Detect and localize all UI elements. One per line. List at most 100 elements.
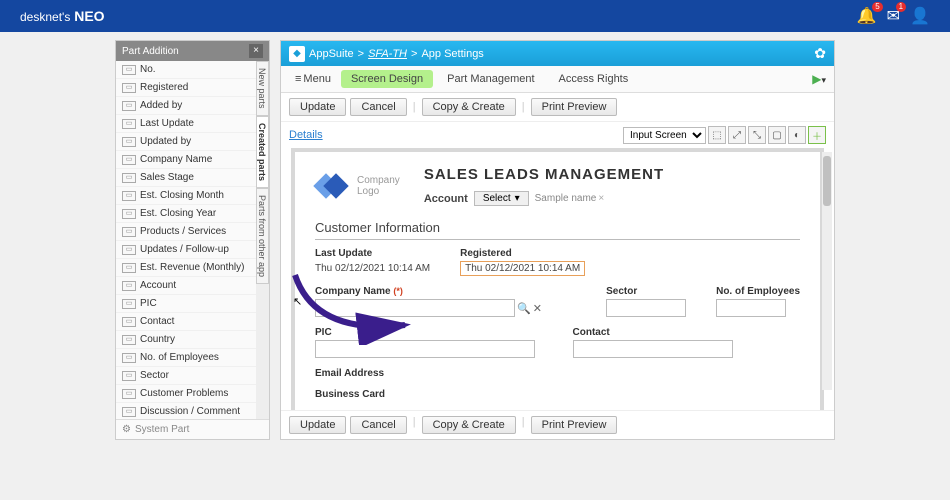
part-item[interactable]: ▭Est. Closing Month [116,187,256,205]
field-icon: ▭ [122,83,136,93]
add-icon[interactable]: ＋ [808,126,826,144]
tab-part-management[interactable]: Part Management [437,70,544,88]
part-tab[interactable]: Created parts [256,116,269,188]
part-item[interactable]: ▭Company Name [116,151,256,169]
play-icon[interactable]: ▶▾ [812,72,826,86]
toolbar-bottom: Update Cancel | Copy & Create | Print Pr… [281,410,834,439]
clear-icon[interactable]: ✕ [533,302,542,315]
logo-shape-icon [315,169,349,203]
pic-input[interactable] [315,340,535,358]
sample-chip: Sample name× [535,193,605,204]
expand-icon[interactable]: ⤡ [748,126,766,144]
tab-access-rights[interactable]: Access Rights [549,70,639,88]
part-item[interactable]: ▭Country [116,331,256,349]
field-icon: ▭ [122,191,136,201]
part-footer[interactable]: ⚙ System Part [116,419,269,439]
user-icon[interactable]: 👤 [910,6,930,26]
part-item[interactable]: ▭PIC [116,295,256,313]
copy-create-button-bottom[interactable]: Copy & Create [422,416,516,434]
toolbar-top: Update Cancel | Copy & Create | Print Pr… [281,93,834,122]
field-icon: ▭ [122,407,136,417]
menu-button[interactable]: ≡ Menu [289,71,337,87]
print-preview-button[interactable]: Print Preview [531,98,618,116]
business-card-label: Business Card [315,389,385,400]
field-icon: ▭ [122,173,136,183]
gear-icon[interactable]: ✿ [814,45,826,62]
part-item[interactable]: ▭Last Update [116,115,256,133]
contact-input[interactable] [573,340,733,358]
part-item[interactable]: ▭Added by [116,97,256,115]
part-list[interactable]: ▭No.▭Registered▭Added by▭Last Update▭Upd… [116,61,256,419]
account-select-button[interactable]: Select▾ [474,191,529,206]
notification-badge: 5 [872,2,882,12]
employees-label: No. of Employees [716,286,800,297]
cancel-button[interactable]: Cancel [350,98,406,116]
tool-icon-2[interactable]: ⤢ [728,126,746,144]
breadcrumb-tail: App Settings [421,48,483,60]
page-title: SALES LEADS MANAGEMENT [424,166,664,183]
topbar-icons: 🔔5 ✉1 👤 [857,6,930,26]
brand-prefix: desknet's [20,10,70,24]
notification-icon[interactable]: 🔔5 [857,6,877,26]
field-icon: ▭ [122,65,136,75]
search-icon[interactable]: 🔍 [517,302,531,315]
tool-icon-3[interactable]: ▢ [768,126,786,144]
chevron-down-icon: ▾ [515,193,520,204]
logo-text: Company Logo [357,175,400,197]
screen-select[interactable]: Input Screen [623,127,706,144]
field-icon: ▭ [122,389,136,399]
company-name-input[interactable] [315,299,515,317]
field-icon: ▭ [122,317,136,327]
field-icon: ▭ [122,209,136,219]
tool-icon-1[interactable]: ⬚ [708,126,726,144]
part-item[interactable]: ▭Customer Problems [116,385,256,403]
field-icon: ▭ [122,119,136,129]
part-item[interactable]: ▭Est. Closing Year [116,205,256,223]
part-item[interactable]: ▭No. of Employees [116,349,256,367]
contact-label: Contact [573,327,801,338]
workspace: Part Addition × ▭No.▭Registered▭Added by… [115,40,835,440]
part-item[interactable]: ▭Discussion / Comment [116,403,256,419]
part-item[interactable]: ▭Sector [116,367,256,385]
update-button[interactable]: Update [289,98,346,116]
sector-label: Sector [606,286,686,297]
employees-input[interactable] [716,299,786,317]
part-item[interactable]: ▭No. [116,61,256,79]
part-item[interactable]: ▭Registered [116,79,256,97]
vertical-scrollbar[interactable] [822,152,832,390]
tab-screen-design[interactable]: Screen Design [341,70,433,88]
appsuite-icon: ◆ [289,46,305,62]
sector-input[interactable] [606,299,686,317]
close-icon[interactable]: × [249,44,263,58]
right-tools: Input Screen ⬚ ⤢ ⤡ ▢ ◐ ＋ [623,126,826,144]
chip-remove-icon[interactable]: × [598,193,604,204]
tool-icon-4[interactable]: ◐ [788,126,806,144]
copy-create-button[interactable]: Copy & Create [422,98,516,116]
part-item[interactable]: ▭Est. Revenue (Monthly) [116,259,256,277]
account-label: Account [424,193,468,205]
print-preview-button-bottom[interactable]: Print Preview [531,416,618,434]
part-addition-panel: Part Addition × ▭No.▭Registered▭Added by… [115,40,270,440]
canvas-wrap: Company Logo SALES LEADS MANAGEMENT Acco… [281,148,834,410]
breadcrumb-app[interactable]: AppSuite [309,48,354,60]
part-item[interactable]: ▭Products / Services [116,223,256,241]
cancel-button-bottom[interactable]: Cancel [350,416,406,434]
part-item[interactable]: ▭Sales Stage [116,169,256,187]
part-tab[interactable]: Parts from other app [256,188,269,284]
part-item[interactable]: ▭Account [116,277,256,295]
part-item[interactable]: ▭Updated by [116,133,256,151]
part-tab[interactable]: New parts [256,61,269,116]
field-icon: ▭ [122,227,136,237]
update-button-bottom[interactable]: Update [289,416,346,434]
details-link[interactable]: Details [289,129,323,141]
field-icon: ▭ [122,299,136,309]
breadcrumb-link[interactable]: SFA-TH [368,48,407,60]
field-icon: ▭ [122,371,136,381]
part-item[interactable]: ▭Updates / Follow-up [116,241,256,259]
design-canvas[interactable]: Company Logo SALES LEADS MANAGEMENT Acco… [291,148,824,410]
part-item[interactable]: ▭Contact [116,313,256,331]
brand-suffix: NEO [74,8,104,24]
company-logo: Company Logo [315,169,400,203]
message-icon[interactable]: ✉1 [887,6,900,26]
field-icon: ▭ [122,335,136,345]
